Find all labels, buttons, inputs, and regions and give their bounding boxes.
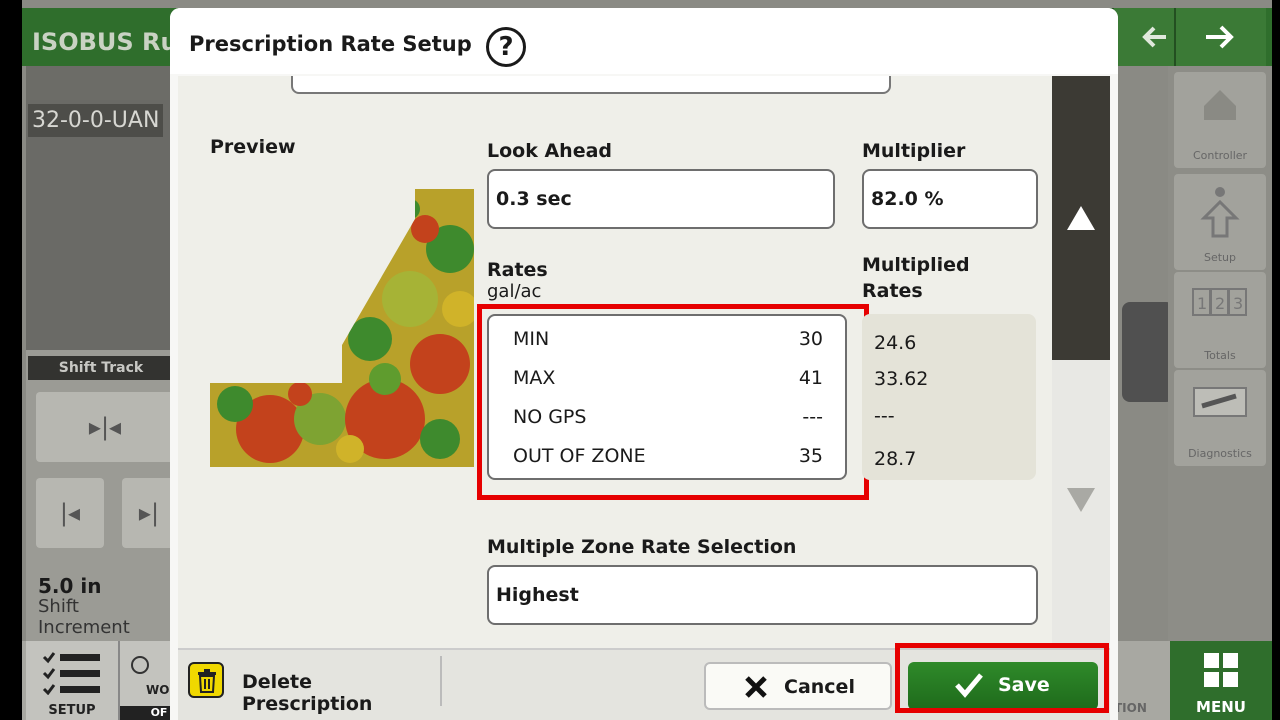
zone-rate-selection-label: Multiple Zone Rate Selection [487,536,797,558]
look-ahead-input[interactable]: 0.3 sec [487,169,835,229]
scrolled-field-remnant [291,76,891,94]
footer-divider [440,656,442,706]
multiplied-rate-no-gps: --- [874,405,895,427]
menu-grid-icon [1204,653,1238,687]
prescription-rate-setup-dialog: Prescription Rate Setup ? Preview Look A… [170,8,1118,720]
scroll-up-icon[interactable] [1066,204,1096,232]
arrow-left-icon [1142,26,1166,48]
trash-icon [188,662,224,698]
diagnostics-button[interactable]: Diagnostics [1174,370,1266,466]
delete-prescription-button[interactable]: Delete Prescription [178,650,438,715]
dialog-title: Prescription Rate Setup [189,32,472,56]
app-title: ISOBUS Ru [32,28,178,56]
save-highlight-box [895,643,1109,713]
controller-icon [1204,90,1236,120]
svg-text:1: 1 [1197,294,1207,313]
multiplied-rate-out-of-zone: 28.7 [874,448,917,470]
shift-left-button[interactable]: |◂ [36,478,104,548]
setup-shortcut-button[interactable]: Setup [1174,174,1266,270]
arrow-right-icon [1206,25,1234,49]
shift-left-icon: |◂ [59,499,81,527]
radio-icon [131,656,149,674]
setup-arrow-icon [1200,187,1240,238]
prescription-preview-map [210,189,474,467]
multiplied-rate-max: 33.62 [874,368,929,390]
help-icon: ? [498,32,514,62]
rates-units: gal/ac [487,281,542,302]
multiplied-rates-table: 24.6 33.62 --- 28.7 [862,314,1036,480]
cancel-button[interactable]: Cancel [704,662,892,710]
forward-button[interactable] [1174,8,1266,66]
cancel-label: Cancel [784,676,855,698]
totals-icon: 123 [1192,288,1247,316]
shift-center-button[interactable]: ▸|◂ [36,392,174,462]
scrollbar[interactable] [1052,76,1110,648]
back-button[interactable] [1112,8,1174,66]
left-panel: 32-0-0-UAN Shift Track ▸|◂ |◂ ▸| 5.0 in … [26,66,176,641]
product-strip [26,66,176,100]
totals-button[interactable]: 123 Totals [1174,272,1266,368]
shift-increment-value: 5.0 in [38,574,102,598]
right-shortcut-rail: Controller Setup 123 Totals Diagnostics [1168,66,1272,641]
multiplier-input[interactable]: 82.0 % [862,169,1038,229]
dialog-header: Prescription Rate Setup ? [170,8,1118,74]
shift-center-icon: ▸|◂ [88,413,122,441]
multiplier-label: Multiplier [862,140,966,162]
product-area [26,100,176,350]
scroll-down-icon[interactable] [1066,486,1096,514]
product-label: 32-0-0-UAN [28,104,164,137]
checklist-icon [42,652,100,695]
zone-rate-selection-dropdown[interactable]: Highest [487,565,1038,625]
look-ahead-label: Look Ahead [487,140,613,162]
delete-prescription-label: Delete Prescription [242,671,373,715]
shift-right-button[interactable]: ▸| [122,478,176,548]
side-tab[interactable] [1122,302,1174,402]
shift-track-label: Shift Track [28,356,174,380]
dialog-content: Preview Look Ahead 0.3 sec Multiplier 82… [178,76,1052,648]
multiplied-rates-label-line2: Rates [862,280,923,302]
help-button[interactable]: ? [486,27,526,67]
multiplied-rates-label: Multiplied [862,254,970,276]
rates-highlight-box [477,304,869,500]
diagnostics-wrench-icon [1193,387,1247,417]
preview-label: Preview [210,136,296,158]
multiplied-rate-min: 24.6 [874,332,917,354]
menu-button[interactable]: MENU [1170,641,1272,720]
rate-controller-button[interactable]: Controller [1174,72,1266,168]
svg-text:3: 3 [1233,294,1243,313]
shift-right-icon: ▸| [138,499,160,527]
setup-menu-button[interactable]: SETUP [26,641,118,720]
svg-text:2: 2 [1215,294,1225,313]
shift-increment-label: Shift Increment [38,596,130,638]
section-control-label: TION [1114,701,1147,715]
close-x-icon [745,676,767,698]
rates-label: Rates [487,259,548,281]
